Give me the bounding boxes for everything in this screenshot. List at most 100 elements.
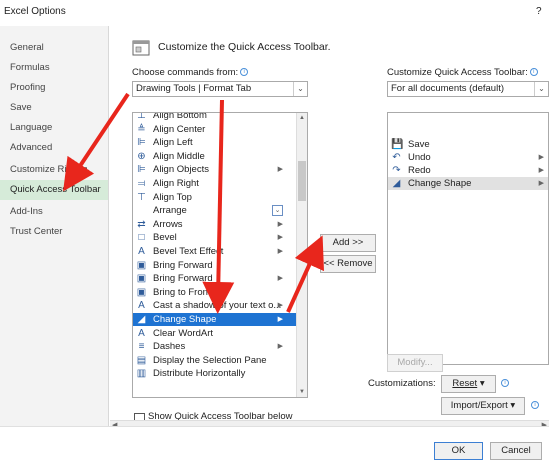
scroll-up-icon[interactable]: ▲ [297, 113, 307, 123]
command-item[interactable]: □ Bevel ▶ [133, 231, 297, 244]
customizations-label: Customizations: [368, 378, 436, 389]
remove-button[interactable]: << Remove [320, 255, 376, 273]
import-export-button[interactable]: Import/Export ▾ [441, 397, 525, 415]
bring-front-icon: ▣ [136, 286, 147, 298]
customize-toolbar-dropdown[interactable]: For all documents (default) ⌄ [387, 81, 549, 97]
nav-item-advanced[interactable]: Advanced [0, 138, 108, 158]
submenu-arrow-icon: ▶ [277, 302, 283, 310]
command-item[interactable]: ▣ Bring Forward [133, 259, 297, 272]
dashes-icon: ≡ [138, 341, 145, 353]
dropdown-icon: ⌄ [272, 205, 283, 217]
arrows-icon: ⇄ [137, 218, 146, 230]
nav-item-language[interactable]: Language [0, 118, 108, 138]
choose-commands-dropdown[interactable]: Drawing Tools | Format Tab ⌄ [132, 81, 308, 97]
command-label: Clear WordArt [153, 327, 214, 339]
command-item[interactable]: ⊕ Align Middle [133, 150, 297, 163]
toolbar-item[interactable]: ↶ Undo ▶ [388, 151, 548, 164]
command-label: Align Objects [153, 164, 209, 176]
bring-forward-icon: ▣ [136, 273, 147, 285]
command-item[interactable]: A Bevel Text Effect ▶ [133, 245, 297, 258]
nav-item-quick-access-toolbar[interactable]: Quick Access Toolbar [0, 180, 108, 200]
command-item[interactable]: ◢ Change Shape ▶ [133, 313, 297, 326]
text-effect-icon: A [138, 246, 145, 257]
command-item[interactable]: A Clear WordArt [133, 327, 297, 340]
customize-toolbar-label: Customize Quick Access Toolbar: i [387, 67, 538, 78]
nav-item-add-ins[interactable]: Add-Ins [0, 202, 108, 222]
undo-icon: ↶ [392, 152, 401, 163]
ok-button[interactable]: OK [434, 442, 483, 460]
nav-item-general[interactable]: General [0, 38, 108, 58]
command-item[interactable]: ≡ Dashes ▶ [133, 340, 297, 353]
command-label: Dashes [153, 341, 186, 353]
nav-item-trust-center[interactable]: Trust Center [0, 222, 108, 242]
distribute-icon: ▥ [136, 368, 147, 380]
toolbar-item[interactable]: ◢ Change Shape ▶ [388, 177, 548, 190]
nav-item-customize-ribbon[interactable]: Customize Ribbon [0, 160, 108, 180]
toolbar-item[interactable]: 💾 Save [388, 138, 548, 151]
choose-commands-label: Choose commands from: i [132, 67, 249, 78]
commands-list[interactable]: ▥ Distribute Horizontally ▤ Display the Sel… [132, 112, 308, 398]
submenu-arrow-icon: ▶ [277, 316, 283, 323]
change-shape-icon: ◢ [392, 178, 401, 189]
command-item[interactable]: ▥ Distribute Horizontally [133, 367, 297, 380]
commands-scrollbar[interactable]: ▲ ▼ [296, 113, 307, 397]
command-item[interactable]: ⊤ Align Top [133, 191, 297, 204]
change-shape-icon: ◢ [137, 314, 146, 325]
command-item[interactable]: ⊫ Align Objects ▶ [133, 163, 297, 176]
command-label: Display the Selection Pane [153, 354, 267, 366]
submenu-arrow-icon: ▶ [277, 248, 283, 255]
add-button[interactable]: Add >> [320, 234, 376, 252]
reset-button[interactable]: Reset ▾ [441, 375, 496, 393]
command-item[interactable]: ▣ Bring to Front [133, 286, 297, 299]
align-right-icon: ⫤ [137, 178, 146, 189]
bevel-icon: □ [138, 232, 145, 244]
quick-access-toolbar-icon [132, 38, 152, 58]
dialog-footer: OK Cancel [0, 426, 549, 466]
help-button[interactable]: ? [536, 6, 542, 17]
command-label: Change Shape [153, 314, 217, 325]
command-item[interactable]: ▣ Bring Forward ▶ [133, 272, 297, 285]
modify-button[interactable]: Modify... [387, 354, 443, 372]
command-item[interactable]: A Cast a shadow of your text o... ▶ [133, 299, 297, 312]
info-icon: i [531, 401, 539, 409]
toolbar-item-label: Redo [408, 165, 431, 176]
command-item[interactable]: ⊫ Align Left [133, 136, 297, 149]
scroll-down-icon[interactable]: ▼ [297, 387, 307, 397]
command-label: Align Right [153, 178, 199, 189]
bring-forward-icon: ▣ [136, 259, 147, 271]
toolbar-item-label: Undo [408, 152, 431, 163]
cancel-button[interactable]: Cancel [490, 442, 542, 460]
command-item[interactable]: Arrange ⌄ [133, 204, 297, 217]
command-item[interactable]: ▤ Display the Selection Pane [133, 354, 297, 367]
align-middle-icon: ⊕ [137, 150, 146, 162]
command-item[interactable]: ⇄ Arrows ▶ [133, 218, 297, 231]
customize-toolbar-value: For all documents (default) [391, 83, 504, 94]
command-label: Bring Forward [153, 273, 213, 285]
command-item[interactable]: ⊥ Align Bottom [133, 112, 297, 122]
submenu-arrow-icon: ▶ [277, 275, 283, 283]
toolbar-items-list[interactable]: 💾 Save ↶ Undo ▶ ↷ Redo ▶ ◢ Change Shape ▶ [387, 112, 549, 365]
submenu-arrow-icon: ▶ [538, 154, 544, 161]
options-nav: General Formulas Proofing Save Language Advan… [0, 26, 109, 426]
selection-pane-icon: ▤ [136, 354, 147, 366]
info-icon: i [529, 68, 538, 77]
command-label: Align Bottom [153, 112, 207, 121]
command-item[interactable]: ⫤ Align Right [133, 177, 297, 190]
submenu-arrow-icon: ▶ [538, 167, 544, 174]
align-center-icon: ≜ [137, 123, 146, 135]
scroll-thumb[interactable] [298, 161, 306, 201]
toolbar-item[interactable]: ↷ Redo ▶ [388, 164, 548, 177]
command-label: Align Center [153, 123, 206, 135]
text-shadow-icon: A [138, 300, 145, 312]
chevron-down-icon: ⌄ [534, 82, 548, 96]
submenu-arrow-icon: ▶ [277, 166, 283, 174]
nav-item-formulas[interactable]: Formulas [0, 58, 108, 78]
nav-item-save[interactable]: Save [0, 98, 108, 118]
command-label: Align Top [153, 191, 192, 203]
submenu-arrow-icon: ▶ [538, 180, 544, 187]
nav-item-proofing[interactable]: Proofing [0, 78, 108, 98]
command-label: Bring to Front [153, 286, 211, 298]
command-label: Bevel [153, 232, 177, 244]
page-title: Customize the Quick Access Toolbar. [158, 41, 331, 53]
command-item[interactable]: ≜ Align Center [133, 123, 297, 136]
